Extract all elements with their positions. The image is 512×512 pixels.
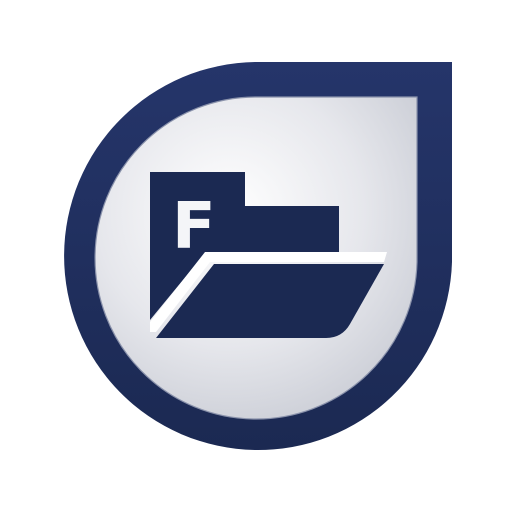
file-manager-app-icon[interactable]: F [0, 0, 512, 512]
icon-canvas: F [0, 0, 512, 512]
folder-letter: F [172, 190, 216, 264]
